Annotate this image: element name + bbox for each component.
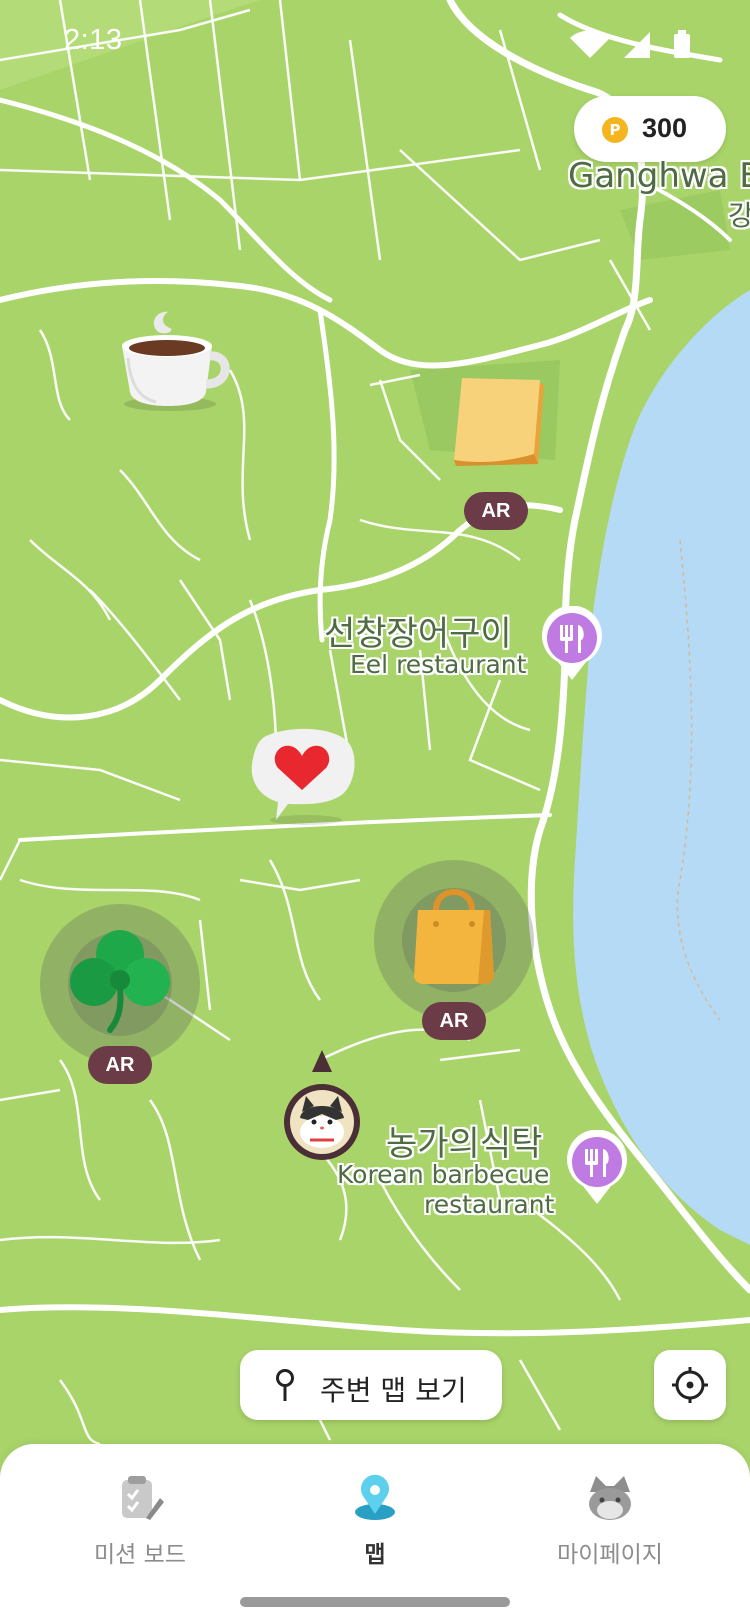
restaurant-label-2-ko: 농가의식탁 bbox=[386, 1124, 543, 1164]
clipboard-icon bbox=[122, 1476, 164, 1520]
ar-badge-clover[interactable]: AR bbox=[88, 1046, 152, 1084]
user-location-avatar[interactable] bbox=[280, 1048, 364, 1162]
my-location-button[interactable] bbox=[654, 1350, 726, 1420]
nav-item-my-page[interactable]: 마이페이지 bbox=[510, 1474, 710, 1569]
ar-badge-bag[interactable]: AR bbox=[422, 1002, 486, 1040]
points-value: 300 bbox=[642, 113, 688, 143]
location-pin-icon bbox=[276, 1369, 294, 1401]
map-pin-icon bbox=[355, 1474, 395, 1520]
restaurant-label-1-ko: 선창장어구이 bbox=[324, 614, 512, 654]
heart-speech-bubble-icon[interactable] bbox=[248, 726, 360, 826]
battery-icon bbox=[674, 30, 690, 58]
status-icons bbox=[570, 30, 690, 58]
clover-icon[interactable] bbox=[64, 924, 176, 1036]
ar-badge-note[interactable]: AR bbox=[464, 492, 528, 530]
restaurant-label-2-en-line1: Korean barbecue bbox=[337, 1160, 550, 1189]
nav-label-mission-board: 미션 보드 bbox=[94, 1542, 186, 1568]
restaurant-label-2-en-line2: restaurant bbox=[424, 1190, 555, 1219]
coin-icon: P bbox=[602, 117, 628, 143]
restaurant-label-1-en: Eel restaurant bbox=[350, 650, 527, 679]
view-nearby-map-button[interactable]: 주변 맵 보기 bbox=[240, 1350, 502, 1420]
sticky-note-icon[interactable] bbox=[448, 374, 552, 474]
nav-item-mission-board[interactable]: 미션 보드 bbox=[40, 1474, 240, 1569]
wifi-icon bbox=[570, 30, 610, 58]
status-bar: 2:13 bbox=[0, 0, 750, 84]
restaurant-pin-2[interactable] bbox=[565, 1130, 629, 1206]
area-label: Ganghwa B bbox=[568, 156, 750, 196]
cat-face-icon bbox=[589, 1476, 631, 1520]
status-time: 2:13 bbox=[64, 24, 123, 56]
nav-label-my-page: 마이페이지 bbox=[557, 1542, 663, 1568]
shopping-bag-icon[interactable] bbox=[404, 880, 504, 986]
nav-item-map[interactable]: 맵 bbox=[275, 1474, 475, 1569]
home-indicator bbox=[240, 1597, 510, 1607]
view-nearby-map-label: 주변 맵 보기 bbox=[320, 1374, 467, 1407]
restaurant-pin-1[interactable] bbox=[540, 606, 604, 682]
coffee-cup-icon[interactable] bbox=[108, 302, 236, 414]
points-balance[interactable]: P 300 bbox=[574, 96, 726, 162]
area-label-ko: 강 bbox=[728, 199, 750, 232]
signal-icon bbox=[624, 32, 650, 58]
nav-label-map: 맵 bbox=[364, 1542, 386, 1568]
crosshair-icon bbox=[672, 1367, 708, 1403]
